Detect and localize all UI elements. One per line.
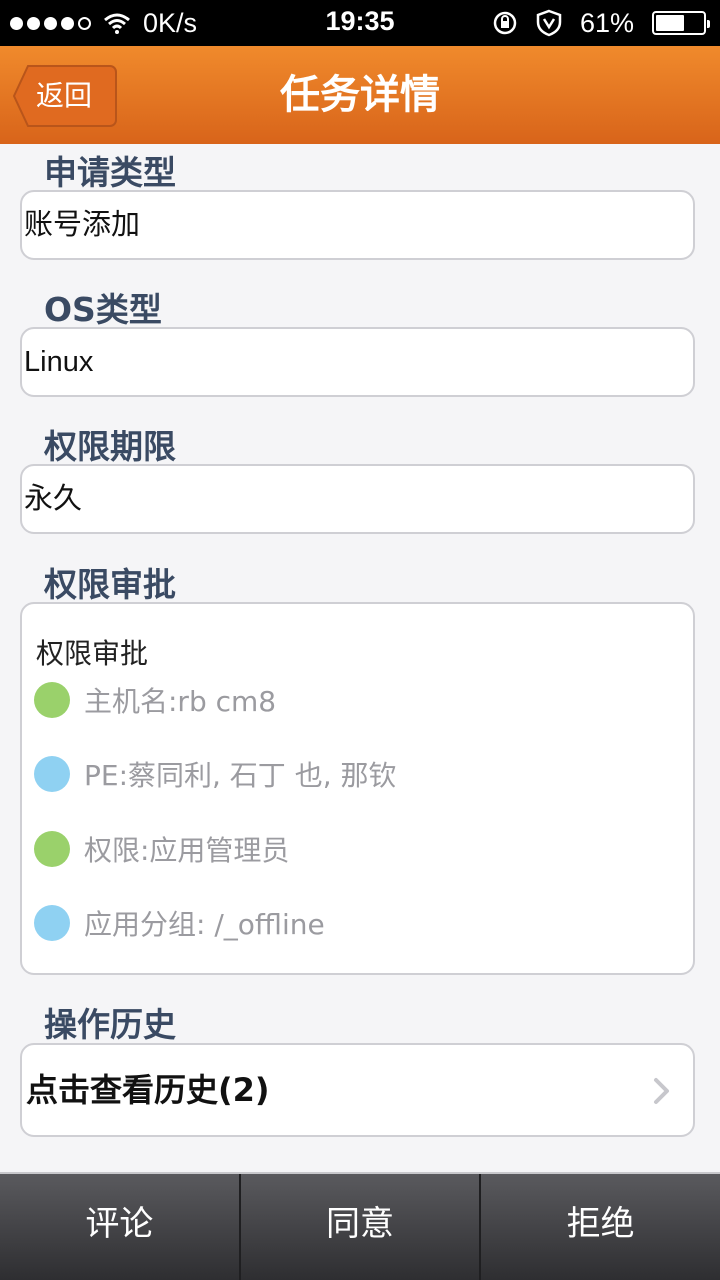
- battery-icon: [652, 11, 710, 35]
- approval-item-pe: PE:蔡同利, 石丁 也, 那钦: [34, 754, 397, 794]
- approval-item-text: 权限:应用管理员: [84, 834, 290, 867]
- shield-icon: [536, 9, 562, 37]
- green-dot-icon: [34, 682, 70, 718]
- blue-dot-icon: [34, 756, 70, 792]
- apply-type-value: 账号添加: [24, 209, 141, 241]
- os-type-field: Linux: [20, 327, 695, 397]
- page-title: 任务详情: [280, 72, 440, 118]
- approval-item-text: PE:蔡同利, 石丁 也, 那钦: [84, 759, 397, 792]
- perm-period-value: 永久: [24, 483, 83, 515]
- reject-button[interactable]: 拒绝: [479, 1174, 720, 1280]
- apply-type-title: 申请类型: [44, 153, 176, 192]
- approval-item-permission: 权限:应用管理员: [34, 829, 289, 869]
- comment-button[interactable]: 评论: [0, 1174, 239, 1280]
- rotation-lock-icon: [493, 11, 517, 35]
- perm-period-title: 权限期限: [44, 427, 176, 466]
- view-history-label: 点击查看历史(2): [26, 1071, 270, 1109]
- nav-bar: 返回 任务详情: [0, 46, 720, 144]
- approval-item-text: 应用分组: /_offline: [84, 908, 325, 941]
- chevron-right-icon: [654, 1078, 669, 1104]
- battery-percent: 61%: [579, 7, 634, 38]
- approval-item-text: 主机名:rb cm8: [84, 685, 277, 718]
- os-type-value: Linux: [24, 346, 94, 378]
- agree-button[interactable]: 同意: [238, 1174, 480, 1280]
- perm-approval-title: 权限审批: [44, 565, 176, 604]
- blue-dot-icon: [34, 905, 70, 941]
- green-dot-icon: [34, 831, 70, 867]
- approval-heading: 权限审批: [36, 637, 149, 670]
- view-history-button[interactable]: 点击查看历史(2): [20, 1043, 695, 1137]
- history-title: 操作历史: [44, 1005, 176, 1044]
- approval-item-hostname: 主机名:rb cm8: [34, 680, 276, 720]
- bottom-toolbar: 评论 同意 拒绝: [0, 1172, 720, 1280]
- perm-approval-box: 权限审批 主机名:rb cm8 PE:蔡同利, 石丁 也, 那钦 权限:应用管理…: [20, 602, 695, 975]
- os-type-title: OS类型: [44, 290, 162, 329]
- apply-type-field: 账号添加: [20, 190, 695, 260]
- perm-period-field: 永久: [20, 464, 695, 534]
- approval-item-group: 应用分组: /_offline: [34, 903, 325, 943]
- status-bar: 0K/s 19:35 61%: [0, 0, 720, 46]
